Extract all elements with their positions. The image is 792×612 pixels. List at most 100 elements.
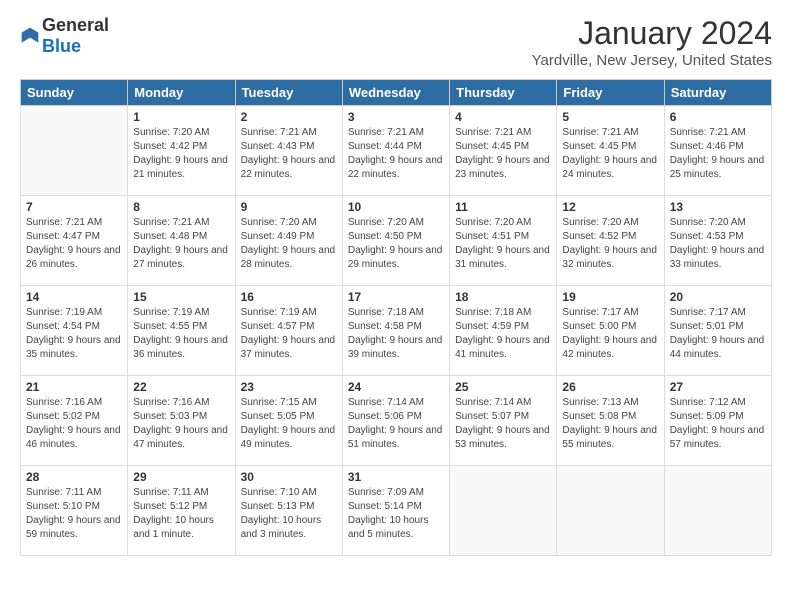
calendar-cell: 15 Sunrise: 7:19 AMSunset: 4:55 PMDayligh… — [128, 286, 235, 376]
calendar-cell: 2 Sunrise: 7:21 AMSunset: 4:43 PMDaylight… — [235, 106, 342, 196]
calendar-cell: 6Sunrise: 7:21 AMSunset: 4:46 PMDaylight… — [664, 106, 771, 196]
day-info: Sunrise: 7:21 AMSunset: 4:45 PMDaylight:… — [455, 126, 551, 182]
page-header: General Blue January 2024 Yardville, New… — [20, 15, 772, 69]
day-info: Sunrise: 7:21 AMSunset: 4:44 PMDaylight:… — [348, 126, 444, 182]
day-number: 25 — [455, 380, 551, 394]
day-info: Sunrise: 7:16 AMSunset: 5:03 PMDaylight:… — [133, 396, 229, 452]
header-wednesday: Wednesday — [342, 80, 449, 106]
day-info: Sunrise: 7:09 AMSunset: 5:14 PMDaylight:… — [348, 486, 444, 542]
day-info: Sunrise: 7:21 AMSunset: 4:45 PMDaylight:… — [562, 126, 658, 182]
calendar: Sunday Monday Tuesday Wednesday Thursday… — [20, 79, 772, 556]
month-title: January 2024 — [532, 15, 772, 52]
logo-general: General — [42, 15, 109, 35]
calendar-cell — [450, 466, 557, 556]
logo-blue: Blue — [42, 36, 81, 56]
calendar-cell: 18 Sunrise: 7:18 AMSunset: 4:59 PMDayligh… — [450, 286, 557, 376]
day-number: 15 — [133, 290, 229, 304]
calendar-week-row: 14Sunrise: 7:19 AMSunset: 4:54 PMDayligh… — [21, 286, 772, 376]
calendar-cell: 8 Sunrise: 7:21 AMSunset: 4:48 PMDaylight… — [128, 196, 235, 286]
calendar-header-row: Sunday Monday Tuesday Wednesday Thursday… — [21, 80, 772, 106]
calendar-cell: 10 Sunrise: 7:20 AMSunset: 4:50 PMDayligh… — [342, 196, 449, 286]
header-friday: Friday — [557, 80, 664, 106]
calendar-cell: 19 Sunrise: 7:17 AMSunset: 5:00 PMDayligh… — [557, 286, 664, 376]
day-number: 18 — [455, 290, 551, 304]
calendar-cell: 21 Sunrise: 7:16 AMSunset: 5:02 PMDayligh… — [21, 376, 128, 466]
day-number: 1 — [133, 110, 229, 124]
day-number: 31 — [348, 470, 444, 484]
calendar-cell: 9 Sunrise: 7:20 AMSunset: 4:49 PMDaylight… — [235, 196, 342, 286]
header-saturday: Saturday — [664, 80, 771, 106]
location: Yardville, New Jersey, United States — [532, 52, 772, 69]
header-sunday: Sunday — [21, 80, 128, 106]
calendar-cell: 26Sunrise: 7:13 AMSunset: 5:08 PMDayligh… — [557, 376, 664, 466]
calendar-cell: 13 Sunrise: 7:20 AMSunset: 4:53 PMDayligh… — [664, 196, 771, 286]
day-number: 19 — [562, 290, 658, 304]
calendar-cell: 3 Sunrise: 7:21 AMSunset: 4:44 PMDaylight… — [342, 106, 449, 196]
calendar-cell: 28 Sunrise: 7:11 AMSunset: 5:10 PMDayligh… — [21, 466, 128, 556]
calendar-cell — [664, 466, 771, 556]
day-info: Sunrise: 7:15 AMSunset: 5:05 PMDaylight:… — [241, 396, 337, 452]
day-info: Sunrise: 7:18 AMSunset: 4:59 PMDaylight:… — [455, 306, 551, 362]
calendar-cell: 1 Sunrise: 7:20 AMSunset: 4:42 PMDaylight… — [128, 106, 235, 196]
day-number: 5 — [562, 110, 658, 124]
day-number: 3 — [348, 110, 444, 124]
day-info: Sunrise: 7:21 AMSunset: 4:48 PMDaylight:… — [133, 216, 229, 272]
day-info: Sunrise: 7:14 AMSunset: 5:06 PMDaylight:… — [348, 396, 444, 452]
calendar-week-row: 21 Sunrise: 7:16 AMSunset: 5:02 PMDayligh… — [21, 376, 772, 466]
day-number: 28 — [26, 470, 122, 484]
calendar-cell: 30Sunrise: 7:10 AMSunset: 5:13 PMDayligh… — [235, 466, 342, 556]
calendar-cell: 27 Sunrise: 7:12 AMSunset: 5:09 PMDayligh… — [664, 376, 771, 466]
day-info: Sunrise: 7:20 AMSunset: 4:52 PMDaylight:… — [562, 216, 658, 272]
day-info: Sunrise: 7:12 AMSunset: 5:09 PMDaylight:… — [670, 396, 766, 452]
calendar-cell: 12 Sunrise: 7:20 AMSunset: 4:52 PMDayligh… — [557, 196, 664, 286]
day-info: Sunrise: 7:21 AMSunset: 4:47 PMDaylight:… — [26, 216, 122, 272]
day-number: 11 — [455, 200, 551, 214]
day-number: 6 — [670, 110, 766, 124]
day-number: 13 — [670, 200, 766, 214]
day-number: 22 — [133, 380, 229, 394]
day-number: 24 — [348, 380, 444, 394]
calendar-week-row: 7 Sunrise: 7:21 AMSunset: 4:47 PMDaylight… — [21, 196, 772, 286]
calendar-cell: 17Sunrise: 7:18 AMSunset: 4:58 PMDayligh… — [342, 286, 449, 376]
day-info: Sunrise: 7:20 AMSunset: 4:50 PMDaylight:… — [348, 216, 444, 272]
day-info: Sunrise: 7:21 AMSunset: 4:43 PMDaylight:… — [241, 126, 337, 182]
day-info: Sunrise: 7:19 AMSunset: 4:55 PMDaylight:… — [133, 306, 229, 362]
day-number: 20 — [670, 290, 766, 304]
calendar-week-row: 28 Sunrise: 7:11 AMSunset: 5:10 PMDayligh… — [21, 466, 772, 556]
calendar-cell: 29Sunrise: 7:11 AMSunset: 5:12 PMDayligh… — [128, 466, 235, 556]
calendar-cell: 5 Sunrise: 7:21 AMSunset: 4:45 PMDaylight… — [557, 106, 664, 196]
title-section: January 2024 Yardville, New Jersey, Unit… — [532, 15, 772, 69]
calendar-cell: 14Sunrise: 7:19 AMSunset: 4:54 PMDayligh… — [21, 286, 128, 376]
day-info: Sunrise: 7:20 AMSunset: 4:53 PMDaylight:… — [670, 216, 766, 272]
calendar-cell: 7 Sunrise: 7:21 AMSunset: 4:47 PMDaylight… — [21, 196, 128, 286]
calendar-cell: 20 Sunrise: 7:17 AMSunset: 5:01 PMDayligh… — [664, 286, 771, 376]
day-info: Sunrise: 7:11 AMSunset: 5:10 PMDaylight:… — [26, 486, 122, 542]
day-info: Sunrise: 7:10 AMSunset: 5:13 PMDaylight:… — [241, 486, 337, 542]
day-number: 14 — [26, 290, 122, 304]
day-number: 26 — [562, 380, 658, 394]
day-number: 12 — [562, 200, 658, 214]
day-number: 10 — [348, 200, 444, 214]
calendar-cell — [557, 466, 664, 556]
day-info: Sunrise: 7:16 AMSunset: 5:02 PMDaylight:… — [26, 396, 122, 452]
day-number: 23 — [241, 380, 337, 394]
day-info: Sunrise: 7:11 AMSunset: 5:12 PMDaylight:… — [133, 486, 229, 542]
header-tuesday: Tuesday — [235, 80, 342, 106]
day-info: Sunrise: 7:20 AMSunset: 4:42 PMDaylight:… — [133, 126, 229, 182]
calendar-cell: 23 Sunrise: 7:15 AMSunset: 5:05 PMDayligh… — [235, 376, 342, 466]
day-info: Sunrise: 7:17 AMSunset: 5:01 PMDaylight:… — [670, 306, 766, 362]
logo-icon — [20, 26, 40, 46]
day-number: 7 — [26, 200, 122, 214]
day-number: 27 — [670, 380, 766, 394]
day-number: 9 — [241, 200, 337, 214]
day-number: 16 — [241, 290, 337, 304]
day-number: 8 — [133, 200, 229, 214]
day-info: Sunrise: 7:17 AMSunset: 5:00 PMDaylight:… — [562, 306, 658, 362]
day-number: 21 — [26, 380, 122, 394]
day-info: Sunrise: 7:18 AMSunset: 4:58 PMDaylight:… — [348, 306, 444, 362]
day-number: 2 — [241, 110, 337, 124]
day-info: Sunrise: 7:20 AMSunset: 4:51 PMDaylight:… — [455, 216, 551, 272]
calendar-cell: 16Sunrise: 7:19 AMSunset: 4:57 PMDayligh… — [235, 286, 342, 376]
calendar-cell: 24 Sunrise: 7:14 AMSunset: 5:06 PMDayligh… — [342, 376, 449, 466]
day-info: Sunrise: 7:20 AMSunset: 4:49 PMDaylight:… — [241, 216, 337, 272]
